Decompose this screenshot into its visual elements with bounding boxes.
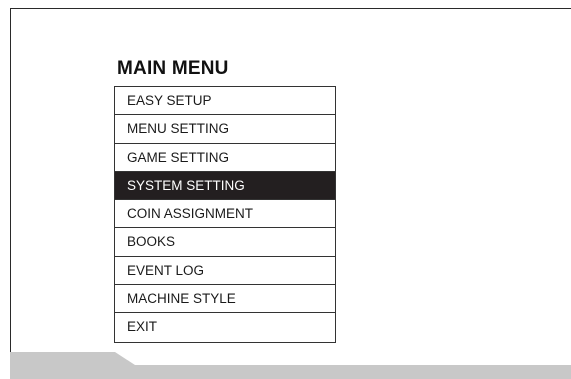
bottom-bar xyxy=(10,352,571,379)
main-menu-list: EASY SETUP MENU SETTING GAME SETTING SYS… xyxy=(114,86,336,343)
menu-title: MAIN MENU xyxy=(117,58,229,79)
menu-item-game-setting[interactable]: GAME SETTING xyxy=(115,144,335,172)
menu-item-machine-style[interactable]: MACHINE STYLE xyxy=(115,285,335,314)
menu-item-books[interactable]: BOOKS xyxy=(115,228,335,257)
menu-item-exit[interactable]: EXIT xyxy=(115,313,335,341)
menu-item-system-setting[interactable]: SYSTEM SETTING xyxy=(115,171,335,201)
bottom-bar-shape xyxy=(10,352,571,379)
menu-item-event-log[interactable]: EVENT LOG xyxy=(115,257,335,286)
menu-item-coin-assignment[interactable]: COIN ASSIGNMENT xyxy=(115,200,335,229)
menu-item-menu-setting[interactable]: MENU SETTING xyxy=(115,115,335,144)
menu-item-easy-setup[interactable]: EASY SETUP xyxy=(115,87,335,116)
